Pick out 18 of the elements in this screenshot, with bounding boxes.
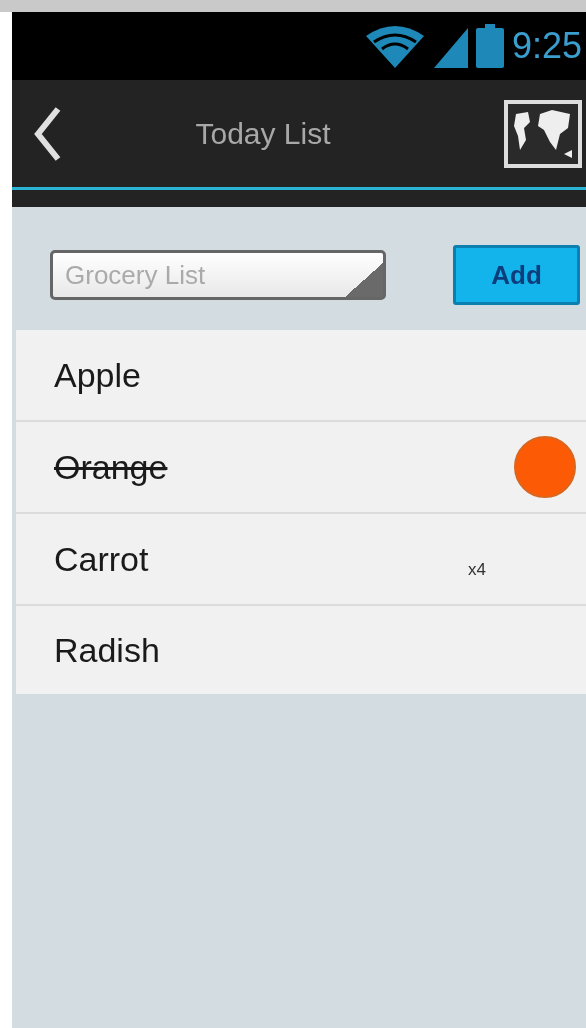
list-item[interactable]: Radish — [16, 606, 586, 694]
wifi-icon — [363, 24, 426, 68]
battery-icon — [475, 24, 504, 68]
list-item[interactable]: Orange — [16, 422, 586, 514]
list-name-field[interactable]: Grocery List — [50, 250, 386, 300]
screen-title: Today List — [194, 116, 332, 151]
world-map-icon — [504, 99, 582, 168]
item-label: Orange — [54, 447, 168, 487]
item-label: Apple — [54, 355, 141, 395]
list-item[interactable]: Apple — [16, 330, 586, 422]
item-label: Carrot — [54, 539, 149, 579]
clock-time: 9:25 — [511, 25, 582, 67]
add-button[interactable]: Add — [453, 245, 580, 305]
quantity-label: x4 — [468, 560, 486, 580]
list-item[interactable]: Carrot x4 — [16, 514, 586, 606]
back-button[interactable] — [32, 104, 62, 163]
map-button[interactable] — [504, 99, 582, 168]
item-label: Radish — [54, 630, 160, 670]
